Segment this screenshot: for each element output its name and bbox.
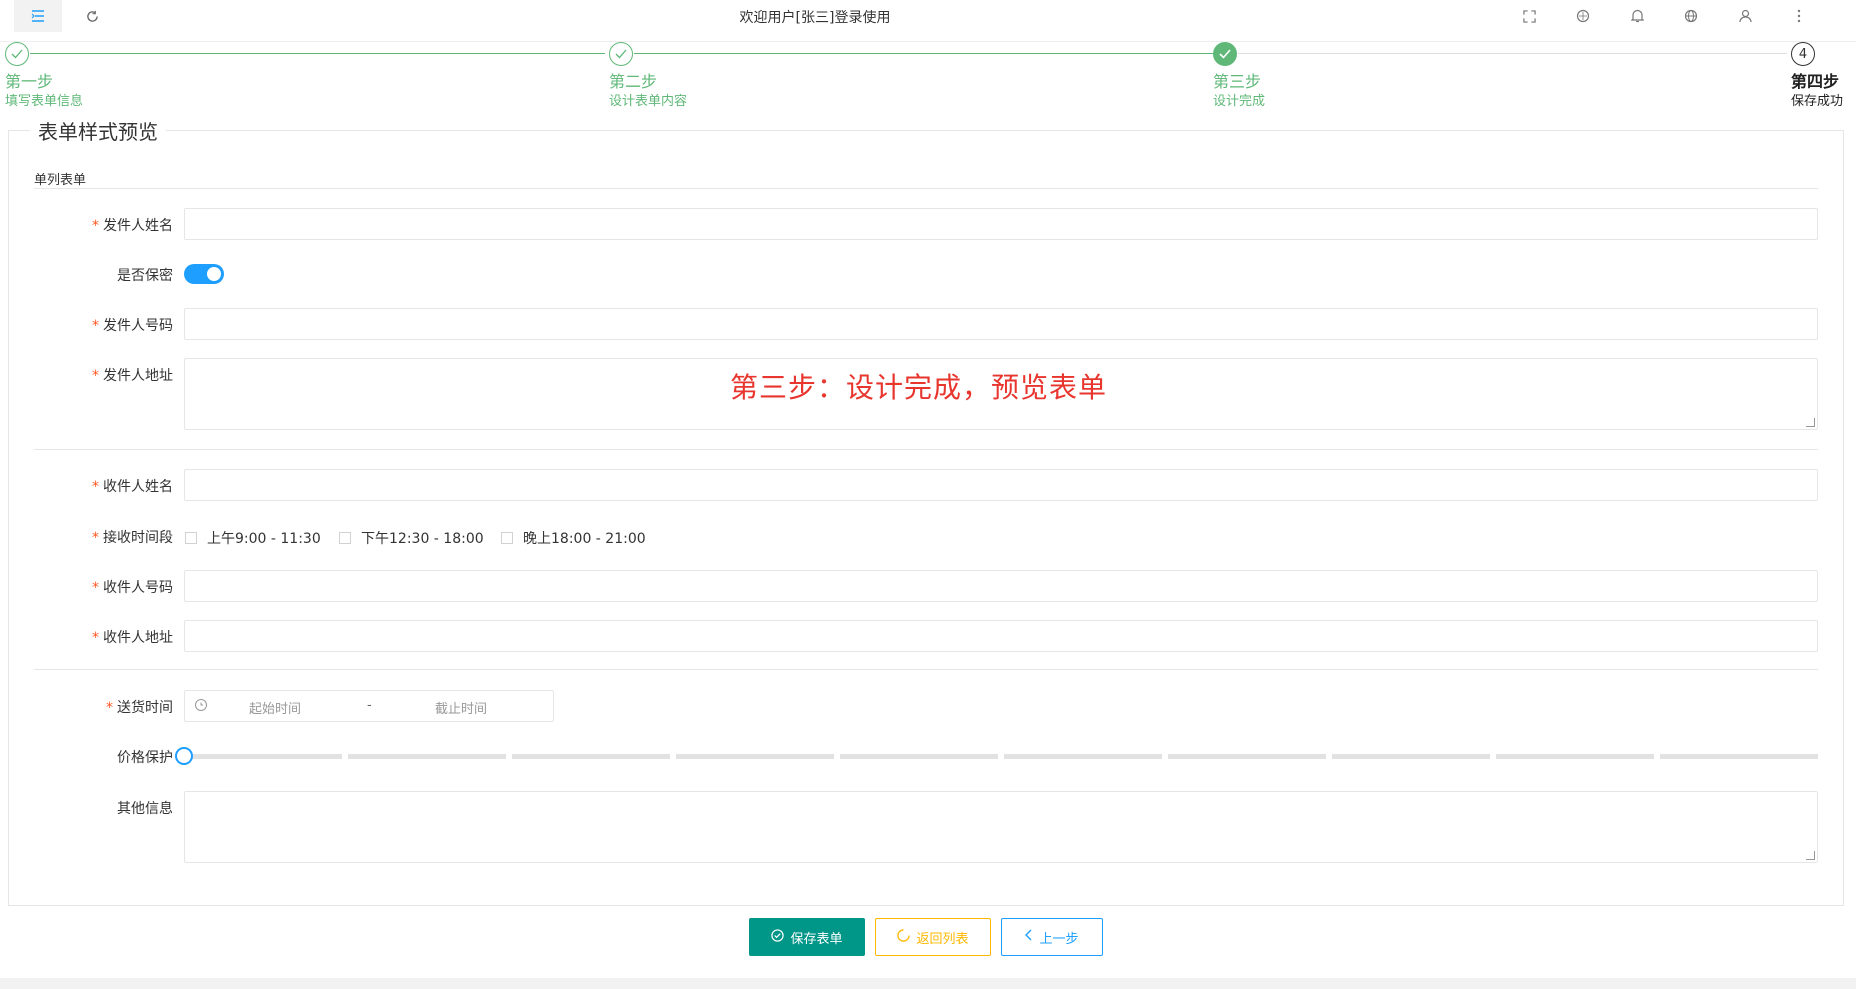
section-title: 单列表单 — [34, 173, 87, 188]
receiver-address-input[interactable] — [184, 620, 1818, 652]
back-to-list-label: 返回列表 — [916, 931, 969, 947]
slider-track-segment[interactable] — [676, 754, 834, 759]
globe-icon[interactable] — [1664, 0, 1718, 32]
delivery-end-placeholder[interactable]: 截止时间 — [435, 698, 487, 717]
annotation-text: 第三步：设计完成，预览表单 — [730, 371, 1108, 404]
price-protect-label: 价格保护 — [117, 750, 173, 766]
receive-time-checkbox[interactable]: 上午9:00 - 11:30 — [185, 528, 321, 548]
resize-handle[interactable] — [1806, 851, 1815, 860]
checkbox-box — [339, 532, 351, 544]
receiver-phone-input[interactable] — [184, 570, 1818, 602]
range-separator: - — [367, 698, 372, 713]
receive-time-label: * 接收时间段 — [92, 530, 173, 546]
slider-track-segment[interactable] — [512, 754, 670, 759]
save-form-label: 保存表单 — [790, 931, 843, 947]
secret-label: 是否保密 — [117, 268, 173, 284]
divider — [34, 188, 1818, 189]
checkbox-box — [501, 532, 513, 544]
other-info-textarea[interactable] — [184, 791, 1818, 863]
back-to-list-button[interactable]: 返回列表 — [875, 918, 991, 956]
receiver-name-label: * 收件人姓名 — [92, 479, 173, 495]
other-info-label: 其他信息 — [117, 801, 173, 817]
form-legend: 表单样式预览 — [30, 116, 166, 145]
more-vertical-icon[interactable] — [1772, 0, 1826, 32]
divider — [34, 449, 1818, 450]
slider-track-segment[interactable] — [1496, 754, 1654, 759]
step-desc: 填写表单信息 — [5, 94, 84, 109]
receiver-name-input[interactable] — [184, 469, 1818, 501]
step-connector — [634, 53, 1214, 54]
slider-track-segment[interactable] — [1332, 754, 1490, 759]
step-connector — [30, 53, 605, 54]
welcome-title: 欢迎用户[张三]登录使用 — [739, 10, 891, 26]
page: 欢迎用户[张三]登录使用 第一步 填写表单信息 第二步 设计表单内容 第三步 设… — [0, 0, 1856, 978]
topbar-right-icons — [1502, 0, 1826, 32]
checkbox-box — [185, 532, 197, 544]
delivery-date-range[interactable]: 起始时间 - 截止时间 — [184, 690, 554, 722]
sender-name-label: * 发件人姓名 — [92, 218, 173, 234]
save-form-button[interactable]: 保存表单 — [749, 918, 865, 956]
step-number: 4 — [1791, 42, 1815, 66]
sender-name-input[interactable] — [184, 208, 1818, 240]
check-icon — [609, 42, 633, 66]
step-title: 第一步 — [5, 72, 54, 91]
slider-track-segment[interactable] — [1168, 754, 1326, 759]
slider-track-segment[interactable] — [1004, 754, 1162, 759]
prev-step-button[interactable]: 上一步 — [1001, 918, 1103, 956]
check-icon — [5, 42, 29, 66]
receive-time-checkbox[interactable]: 下午12:30 - 18:00 — [339, 528, 484, 548]
steps-progress: 第一步 填写表单信息 第二步 设计表单内容 第三步 设计完成 4 第四步 保存成… — [0, 40, 1856, 109]
receive-time-checkbox[interactable]: 晚上18:00 - 21:00 — [501, 528, 646, 548]
step-title: 第四步 — [1791, 72, 1840, 91]
sender-phone-label: * 发件人号码 — [92, 318, 173, 334]
slider-track-segment[interactable] — [840, 754, 998, 759]
slider-track-segment[interactable] — [184, 754, 342, 759]
slider-track-segment[interactable] — [348, 754, 506, 759]
resize-handle[interactable] — [1806, 418, 1815, 427]
step-title: 第三步 — [1213, 72, 1262, 91]
step-title: 第二步 — [609, 72, 658, 91]
step-desc: 保存成功 — [1791, 94, 1844, 109]
divider — [34, 669, 1818, 670]
prev-step-label: 上一步 — [1039, 931, 1079, 947]
check-circle-icon — [771, 928, 785, 946]
step-desc: 设计完成 — [1213, 94, 1266, 109]
slider-track-segment[interactable] — [1660, 754, 1818, 759]
form-fieldset — [8, 130, 1844, 906]
user-icon[interactable] — [1718, 0, 1772, 32]
receiver-address-label: * 收件人地址 — [92, 630, 173, 646]
bell-icon[interactable] — [1610, 0, 1664, 32]
sender-phone-input[interactable] — [184, 308, 1818, 340]
switch-knob — [207, 267, 221, 281]
step-desc: 设计表单内容 — [609, 94, 688, 109]
top-bar: 欢迎用户[张三]登录使用 — [0, 0, 1856, 42]
delivery-time-label: * 送货时间 — [106, 700, 173, 716]
fullscreen-icon[interactable] — [1502, 0, 1556, 32]
step-connector — [1238, 53, 1787, 54]
theme-icon[interactable] — [1556, 0, 1610, 32]
delivery-start-placeholder[interactable]: 起始时间 — [249, 698, 301, 717]
chevron-left-icon — [1025, 929, 1033, 945]
slider-handle[interactable] — [175, 747, 193, 765]
secret-switch[interactable] — [184, 264, 224, 284]
loading-icon — [897, 928, 911, 946]
receiver-phone-label: * 收件人号码 — [92, 580, 173, 596]
sender-address-label: * 发件人地址 — [92, 368, 173, 384]
clock-icon — [195, 699, 207, 711]
check-icon — [1213, 42, 1237, 66]
